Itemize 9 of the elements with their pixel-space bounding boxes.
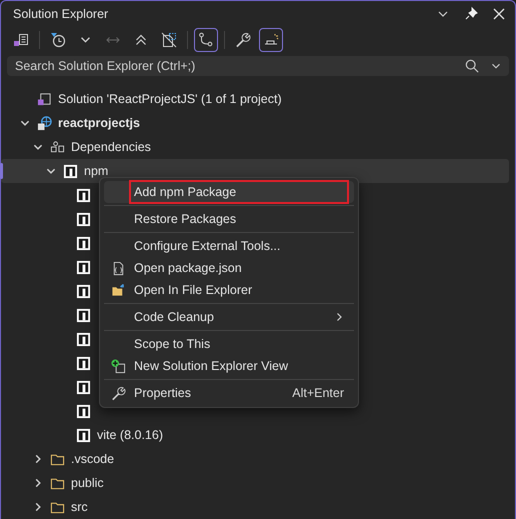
tree-item-label: Solution 'ReactProjectJS' (1 of 1 project) [58,92,282,106]
tree-item-label: reactprojectjs [58,116,140,130]
tree-item-label: vite (8.0.16) [97,428,164,442]
tree-item-label: Dependencies [71,140,151,154]
window-title: Solution Explorer [13,6,110,21]
tree-item-label: src [71,500,88,514]
tree-item-label: public [71,476,104,490]
tree-item-label: npm [84,164,108,178]
tree-item-label: .vscode [71,452,114,466]
